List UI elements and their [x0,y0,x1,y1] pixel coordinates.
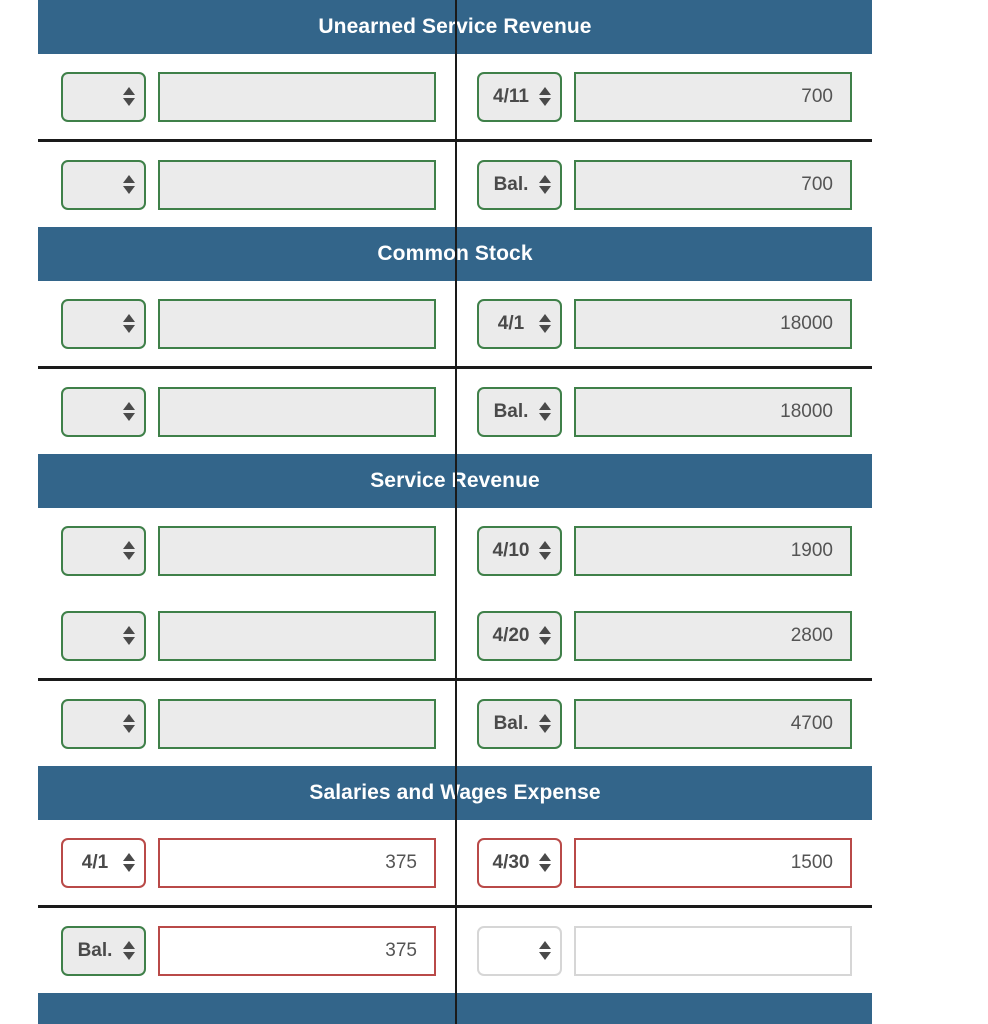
debit-date-value: Bal. [77,940,113,961]
debit-side [0,71,455,122]
debit-date-select[interactable] [61,386,146,437]
account-row: 4/1 375 4/30 1500 [0,820,988,905]
debit-amount-input[interactable] [158,159,436,210]
account-row: 4/20 2800 [0,593,988,678]
debit-amount-input[interactable]: 375 [158,925,436,976]
up-down-spinner-icon[interactable] [538,711,551,737]
account-block: Unearned Service Revenue 4/11 700 Bal. 700 [0,0,988,227]
debit-side [0,610,455,661]
debit-amount-input[interactable] [158,610,436,661]
account-block: Salaries and Wages Expense 4/1 375 4/30 1500… [0,766,988,993]
debit-amount-input[interactable] [158,298,436,349]
credit-side: Bal. 700 [455,159,910,210]
debit-amount-input[interactable] [158,71,436,122]
debit-credit-divider [455,0,457,1024]
credit-amount-input[interactable]: 18000 [574,298,852,349]
up-down-spinner-icon[interactable] [538,623,551,649]
up-down-spinner-icon[interactable] [122,172,135,198]
credit-amount-input[interactable]: 700 [574,71,852,122]
up-down-spinner-icon[interactable] [122,399,135,425]
credit-amount-input[interactable]: 2800 [574,610,852,661]
credit-date-select[interactable]: Bal. [477,386,562,437]
credit-date-value: Bal. [493,713,529,734]
credit-amount-input[interactable] [574,925,852,976]
credit-side: Bal. 18000 [455,386,910,437]
debit-amount-input[interactable] [158,698,436,749]
debit-amount-input[interactable] [158,525,436,576]
credit-date-value: 4/11 [493,86,529,107]
credit-date-select[interactable]: Bal. [477,159,562,210]
up-down-spinner-icon[interactable] [538,84,551,110]
account-row: 4/1 18000 [0,281,988,366]
account-row: Bal. 375 [0,908,988,993]
debit-date-select[interactable] [61,71,146,122]
credit-side: 4/20 2800 [455,610,910,661]
up-down-spinner-icon[interactable] [122,84,135,110]
credit-date-select[interactable]: 4/1 [477,298,562,349]
credit-date-value: 4/30 [492,852,530,873]
credit-date-select[interactable]: Bal. [477,698,562,749]
debit-amount-input[interactable]: 375 [158,837,436,888]
debit-date-select[interactable] [61,298,146,349]
debit-side: 4/1 375 [0,837,455,888]
up-down-spinner-icon[interactable] [538,399,551,425]
debit-side [0,159,455,210]
account-row: 4/11 700 [0,54,988,139]
up-down-spinner-icon[interactable] [122,623,135,649]
debit-date-select[interactable] [61,525,146,576]
debit-amount-input[interactable] [158,386,436,437]
debit-side: Bal. 375 [0,925,455,976]
debit-date-select[interactable]: 4/1 [61,837,146,888]
t-accounts-page: Unearned Service Revenue 4/11 700 Bal. 700 Co… [0,0,988,1024]
account-row: Bal. 700 [0,142,988,227]
credit-side [455,925,910,976]
credit-date-select[interactable]: 4/20 [477,610,562,661]
debit-side [0,525,455,576]
credit-date-value: 4/1 [497,313,525,334]
credit-date-value: 4/10 [492,540,530,561]
credit-side: 4/10 1900 [455,525,910,576]
credit-side: Bal. 4700 [455,698,910,749]
credit-side: 4/1 18000 [455,298,910,349]
credit-side: 4/30 1500 [455,837,910,888]
up-down-spinner-icon[interactable] [538,938,551,964]
credit-date-select[interactable]: 4/10 [477,525,562,576]
credit-date-value: Bal. [493,174,529,195]
debit-side [0,386,455,437]
credit-date-select[interactable] [477,925,562,976]
debit-date-select[interactable] [61,698,146,749]
credit-amount-input[interactable]: 1500 [574,837,852,888]
debit-date-value: 4/1 [81,852,109,873]
credit-date-value: 4/20 [492,625,530,646]
debit-side [0,298,455,349]
account-block: Service Revenue 4/10 1900 4/20 2800 Bal. 4700 [0,454,988,766]
credit-date-select[interactable]: 4/30 [477,837,562,888]
up-down-spinner-icon[interactable] [538,311,551,337]
debit-date-select[interactable]: Bal. [61,925,146,976]
account-block: Common Stock 4/1 18000 Bal. 18000 [0,227,988,454]
debit-date-select[interactable] [61,159,146,210]
up-down-spinner-icon[interactable] [122,538,135,564]
account-row: 4/10 1900 [0,508,988,593]
debit-date-select[interactable] [61,610,146,661]
up-down-spinner-icon[interactable] [122,711,135,737]
up-down-spinner-icon[interactable] [538,538,551,564]
up-down-spinner-icon[interactable] [538,172,551,198]
up-down-spinner-icon[interactable] [122,850,135,876]
up-down-spinner-icon[interactable] [122,311,135,337]
credit-date-select[interactable]: 4/11 [477,71,562,122]
credit-side: 4/11 700 [455,71,910,122]
account-row: Bal. 18000 [0,369,988,454]
credit-date-value: Bal. [493,401,529,422]
accounts-list: Unearned Service Revenue 4/11 700 Bal. 700 Co… [0,0,988,1024]
credit-amount-input[interactable]: 18000 [574,386,852,437]
credit-amount-input[interactable]: 4700 [574,698,852,749]
up-down-spinner-icon[interactable] [538,850,551,876]
credit-amount-input[interactable]: 1900 [574,525,852,576]
credit-amount-input[interactable]: 700 [574,159,852,210]
debit-side [0,698,455,749]
up-down-spinner-icon[interactable] [122,938,135,964]
account-row: Bal. 4700 [0,681,988,766]
